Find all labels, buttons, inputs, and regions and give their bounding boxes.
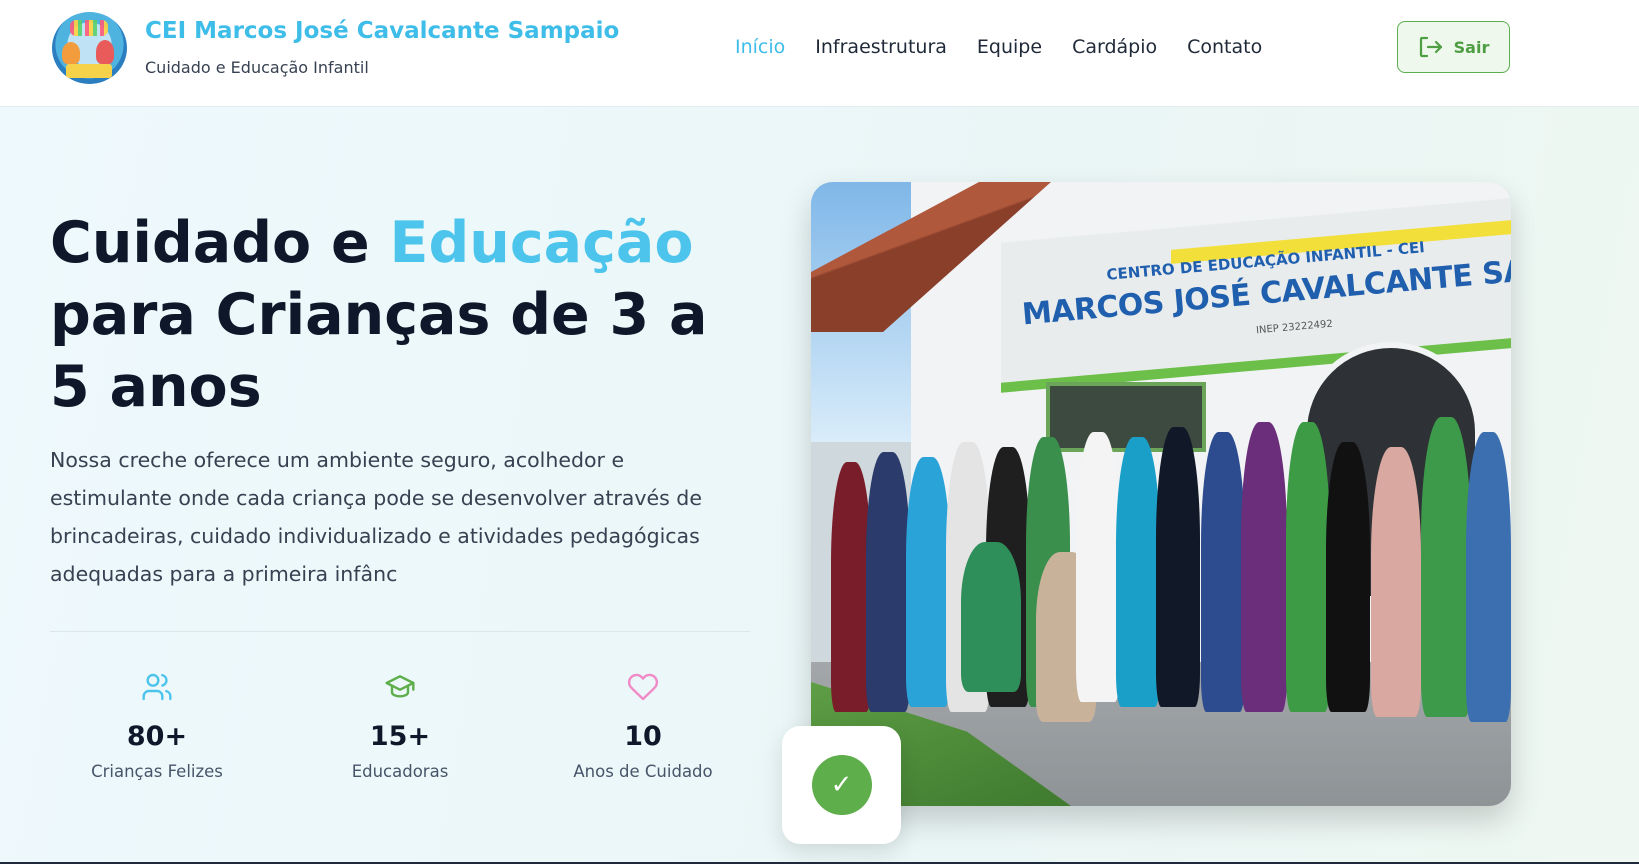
site-header: CEI Marcos José Cavalcante Sampaio Cuida… <box>0 0 1639 107</box>
stat-years: 10 Anos de Cuidado <box>533 667 753 781</box>
photo-group-of-people <box>811 417 1511 762</box>
main-nav: Início Infraestrutura Equipe Cardápio Co… <box>735 36 1262 58</box>
hero-photo: CENTRO DE EDUCAÇÃO INFANTIL - CEI MARCOS… <box>811 182 1511 806</box>
nav-item-cardapio[interactable]: Cardápio <box>1072 36 1157 58</box>
stat-value: 10 <box>624 721 662 752</box>
heart-icon <box>627 673 659 701</box>
stat-value: 15+ <box>369 721 431 752</box>
stat-children: 80+ Crianças Felizes <box>47 667 267 781</box>
users-icon <box>142 673 172 701</box>
check-icon: ✓ <box>811 755 872 815</box>
logout-icon <box>1419 36 1442 58</box>
brand-subtitle: Cuidado e Educação Infantil <box>145 58 369 77</box>
hero-title-part1: Cuidado e <box>50 210 390 276</box>
logout-label: Sair <box>1453 37 1490 57</box>
logo-letters-decoration <box>70 20 108 36</box>
logo-book <box>66 64 112 78</box>
school-logo-icon[interactable] <box>52 12 127 84</box>
hero-title: Cuidado e Educação para Crianças de 3 a … <box>50 207 750 423</box>
stat-label: Anos de Cuidado <box>573 762 713 781</box>
stats-divider <box>50 631 750 632</box>
hero-title-part2: para Crianças de 3 a 5 anos <box>50 282 708 420</box>
nav-item-infraestrutura[interactable]: Infraestrutura <box>815 36 947 58</box>
nav-item-inicio[interactable]: Início <box>735 36 785 58</box>
hero-title-accent: Educação <box>389 210 694 276</box>
nav-item-contato[interactable]: Contato <box>1187 36 1262 58</box>
stat-label: Crianças Felizes <box>91 762 223 781</box>
stat-educators: 15+ Educadoras <box>290 667 510 781</box>
nav-item-equipe[interactable]: Equipe <box>977 36 1042 58</box>
logo-kid-figure <box>62 42 80 64</box>
logout-button[interactable]: Sair <box>1397 21 1510 73</box>
logo-kid-figure <box>96 40 114 64</box>
check-badge: ✓ <box>782 726 901 844</box>
stat-value: 80+ <box>126 721 188 752</box>
stat-label: Educadoras <box>351 762 449 781</box>
brand-title[interactable]: CEI Marcos José Cavalcante Sampaio <box>145 18 619 44</box>
hero-section: Cuidado e Educação para Crianças de 3 a … <box>0 107 1639 864</box>
hero-description: Nossa creche oferece um ambiente seguro,… <box>50 448 702 586</box>
graduation-cap-icon <box>385 675 415 698</box>
